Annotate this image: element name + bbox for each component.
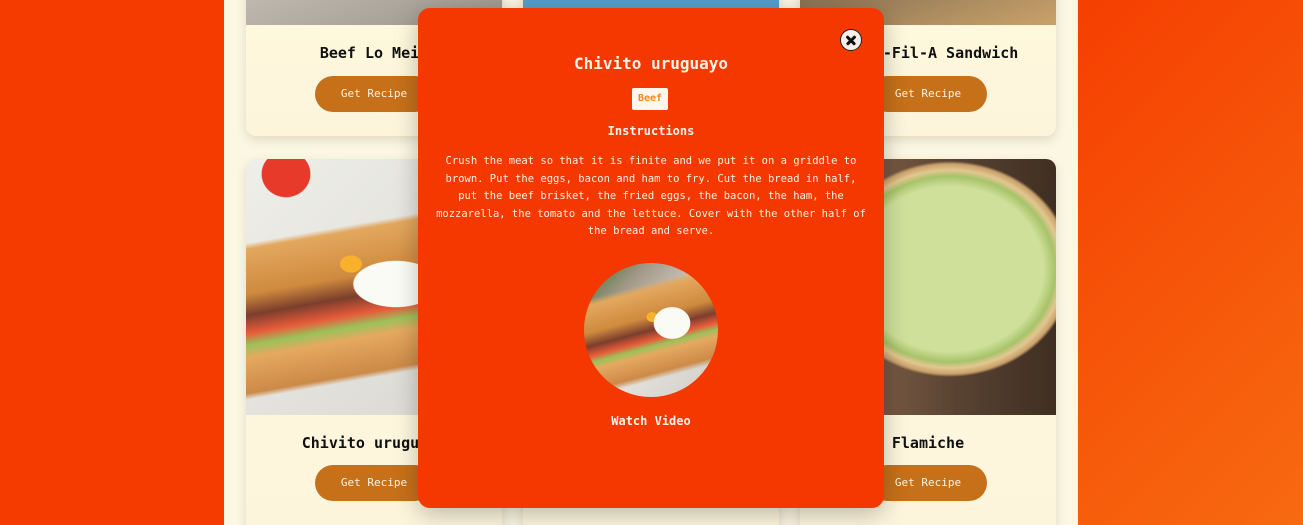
instructions-heading: Instructions [607,124,695,138]
instructions-text: Crush the meat so that it is finite and … [436,155,866,238]
get-recipe-button[interactable]: Get Recipe [315,76,433,112]
close-icon[interactable] [840,29,862,51]
get-recipe-button[interactable]: Get Recipe [869,76,987,112]
recipe-modal: Chivito uruguayo Beef Instructions Crush… [418,8,884,508]
get-recipe-button[interactable]: Get Recipe [315,465,433,501]
modal-title: Chivito uruguayo [573,54,729,73]
watch-video-link[interactable]: Watch Video [418,414,884,428]
recipe-thumbnail [584,263,718,397]
category-badge: Beef [632,88,669,110]
get-recipe-button[interactable]: Get Recipe [869,465,987,501]
